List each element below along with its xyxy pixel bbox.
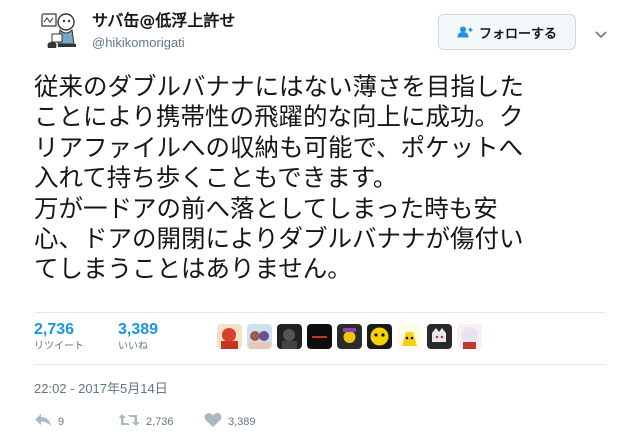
tweet-text-line: 従来のダブルバナナにはない薄さを目指した [34, 72, 524, 101]
like-stat[interactable]: 3,389 いいね [118, 320, 158, 354]
tweet-stats: 2,736 リツイート 3,389 いいね [34, 320, 606, 364]
liker-avatar[interactable] [307, 324, 332, 349]
liker-avatar[interactable] [367, 324, 392, 349]
tweet-card: サバ缶@低浮上許せ @hikikomorigati フォローする 従来のダブルバ… [0, 0, 640, 436]
retweet-action-count: 2,736 [146, 415, 174, 428]
reply-count: 9 [58, 415, 65, 428]
liker-avatars [217, 324, 482, 349]
tweet-text-line: リアファイルへの収納も可能で、ポケットへ [34, 132, 524, 162]
reply-icon [34, 412, 52, 431]
tweet-timestamp[interactable]: 22:02 - 2017年5月14日 [34, 378, 168, 397]
retweet-label: リツイート [34, 341, 84, 352]
divider [34, 364, 606, 365]
tweet-text-line: 入れて持ち歩くこともできます。 [34, 163, 398, 193]
retweet-count: 2,736 [34, 321, 75, 338]
heart-icon [204, 412, 222, 432]
liker-avatar[interactable] [277, 324, 302, 349]
tweet-text: 従来のダブルバナナにはない薄さを目指した ことにより携帯性の飛躍的な向上に成功。… [34, 72, 624, 285]
follow-user-icon [457, 26, 473, 38]
tweet-text-line: てしまうことはありません。 [34, 254, 352, 284]
follow-button[interactable]: フォローする [438, 14, 576, 50]
tweet-text-line: 心、ドアの開閉によりダブルバナナが傷付い [34, 224, 524, 254]
tweet-text-line: 万が一ドアの前へ落としてしまった時も安 [34, 193, 498, 223]
liker-avatar[interactable] [427, 324, 452, 349]
display-name[interactable]: サバ缶@低浮上許せ [92, 11, 235, 31]
retweet-button[interactable]: 2,736 [118, 412, 174, 431]
like-button[interactable]: 3,389 [204, 412, 256, 432]
tweet-text-line: ことにより携帯性の飛躍的な向上に成功。ク [34, 102, 524, 132]
retweet-icon [118, 412, 140, 431]
user-handle[interactable]: @hikikomorigati [92, 34, 235, 52]
tweet-actions: 9 2,736 3,389 [34, 412, 434, 432]
like-action-count: 3,389 [228, 416, 256, 428]
retweet-stat[interactable]: 2,736 リツイート [34, 320, 84, 354]
chevron-down-icon[interactable] [594, 26, 608, 39]
tweet-header: サバ缶@低浮上許せ @hikikomorigati フォローする [34, 8, 624, 58]
avatar[interactable] [34, 8, 82, 56]
follow-button-label: フォローする [478, 26, 557, 42]
liker-avatar[interactable] [217, 324, 242, 349]
liker-avatar[interactable] [397, 324, 422, 349]
user-names: サバ缶@低浮上許せ @hikikomorigati [92, 11, 235, 52]
liker-avatar[interactable] [457, 324, 482, 349]
divider [34, 312, 606, 313]
like-label: いいね [118, 341, 148, 352]
reply-button[interactable]: 9 [34, 412, 64, 431]
like-count: 3,389 [118, 321, 159, 338]
liker-avatar[interactable] [337, 324, 362, 349]
liker-avatar[interactable] [247, 324, 272, 349]
